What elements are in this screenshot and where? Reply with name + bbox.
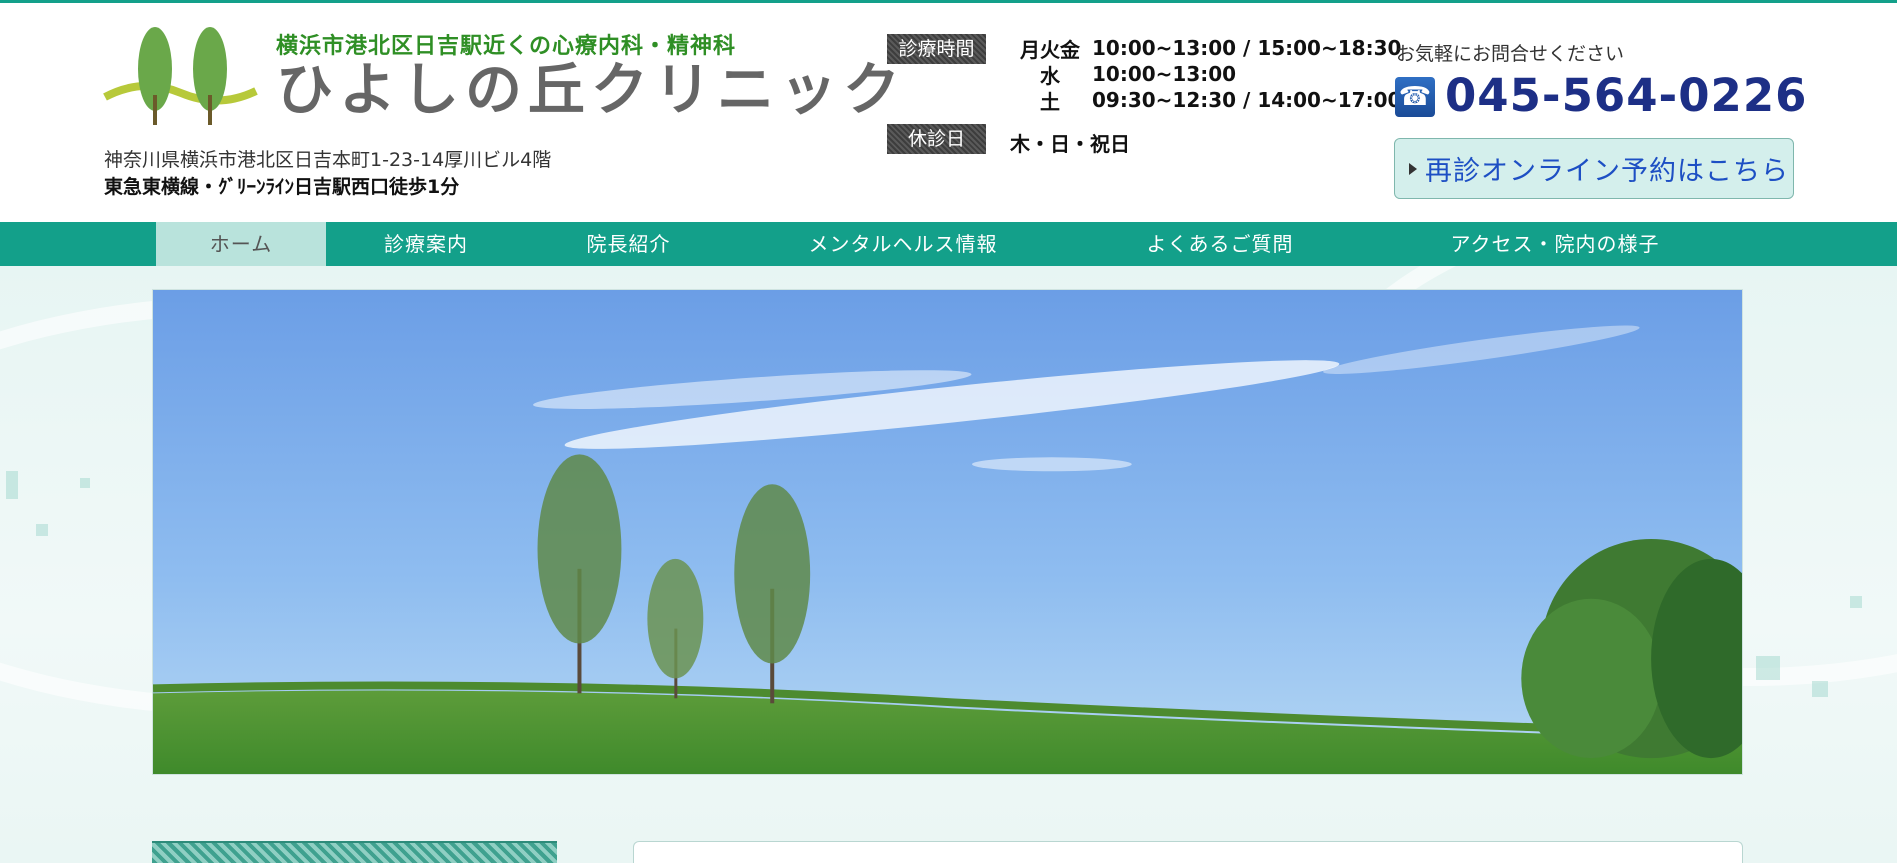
- hours-days: 土: [1040, 89, 1060, 114]
- clinic-access: 東急東横線・ｸﾞﾘｰﾝﾗｲﾝ日吉駅西口徒歩1分: [104, 176, 460, 198]
- background-square: [6, 471, 18, 499]
- nav-item-services[interactable]: 診療案内: [346, 222, 506, 266]
- background-square: [80, 478, 90, 488]
- site-header: 横浜市港北区日吉駅近くの心療内科・精神科 ひよしの丘クリニック 神奈川県横浜市港…: [0, 3, 1897, 222]
- main-content-panel: [633, 841, 1743, 863]
- clinic-name[interactable]: ひよしの丘クリニック: [276, 59, 906, 122]
- online-reservation-label: 再診オンライン予約はこちら: [1425, 156, 1789, 187]
- hours-row: 月火金 10:00~13:00 / 15:00~18:30: [1008, 35, 1402, 62]
- phone-number[interactable]: 045-564-0226: [1445, 69, 1807, 122]
- background-square: [1756, 656, 1780, 680]
- phone-icon: ☎: [1395, 77, 1435, 117]
- hours-time: 09:30~12:30 / 14:00~17:00: [1092, 88, 1402, 112]
- nav-item-access[interactable]: アクセス・院内の様子: [1420, 222, 1690, 266]
- sidebar-panel-header: [152, 841, 557, 863]
- hours-time: 10:00~13:00 / 15:00~18:30: [1092, 36, 1402, 60]
- clinic-logo-icon[interactable]: [103, 25, 258, 127]
- online-reservation-button[interactable]: 再診オンライン予約はこちら: [1394, 138, 1794, 199]
- arrow-right-icon: [1409, 162, 1417, 175]
- closed-days: 木・日・祝日: [1010, 132, 1130, 156]
- contact-prompt: お気軽にお問合せください: [1396, 43, 1625, 65]
- hours-label: 診療時間: [887, 34, 986, 64]
- nav-item-mental-health[interactable]: メンタルヘルス情報: [772, 222, 1034, 266]
- closed-days-label: 休診日: [887, 124, 986, 154]
- clinic-address: 神奈川県横浜市港北区日吉本町1-23-14厚川ビル4階: [104, 149, 552, 171]
- hours-time: 10:00~13:00: [1092, 62, 1237, 86]
- clinic-tagline: 横浜市港北区日吉駅近くの心療内科・精神科: [276, 34, 737, 59]
- nav-item-faq[interactable]: よくあるご質問: [1110, 222, 1330, 266]
- background-square: [1850, 596, 1862, 608]
- hours-table: 月火金 10:00~13:00 / 15:00~18:30 水 10:00~13…: [1008, 35, 1402, 114]
- nav-item-director[interactable]: 院長紹介: [546, 222, 711, 266]
- hours-days: 水: [1040, 63, 1060, 88]
- main-nav: ホーム 診療案内 院長紹介 メンタルヘルス情報 よくあるご質問 アクセス・院内の…: [0, 222, 1897, 266]
- background-square: [36, 524, 48, 536]
- hours-days: 月火金: [1020, 37, 1080, 62]
- hours-row: 土 09:30~12:30 / 14:00~17:00: [1008, 87, 1402, 114]
- hours-row: 水 10:00~13:00: [1008, 61, 1401, 88]
- background-square: [1812, 681, 1828, 697]
- nav-item-home[interactable]: ホーム: [156, 222, 326, 266]
- hero-image: [152, 289, 1743, 775]
